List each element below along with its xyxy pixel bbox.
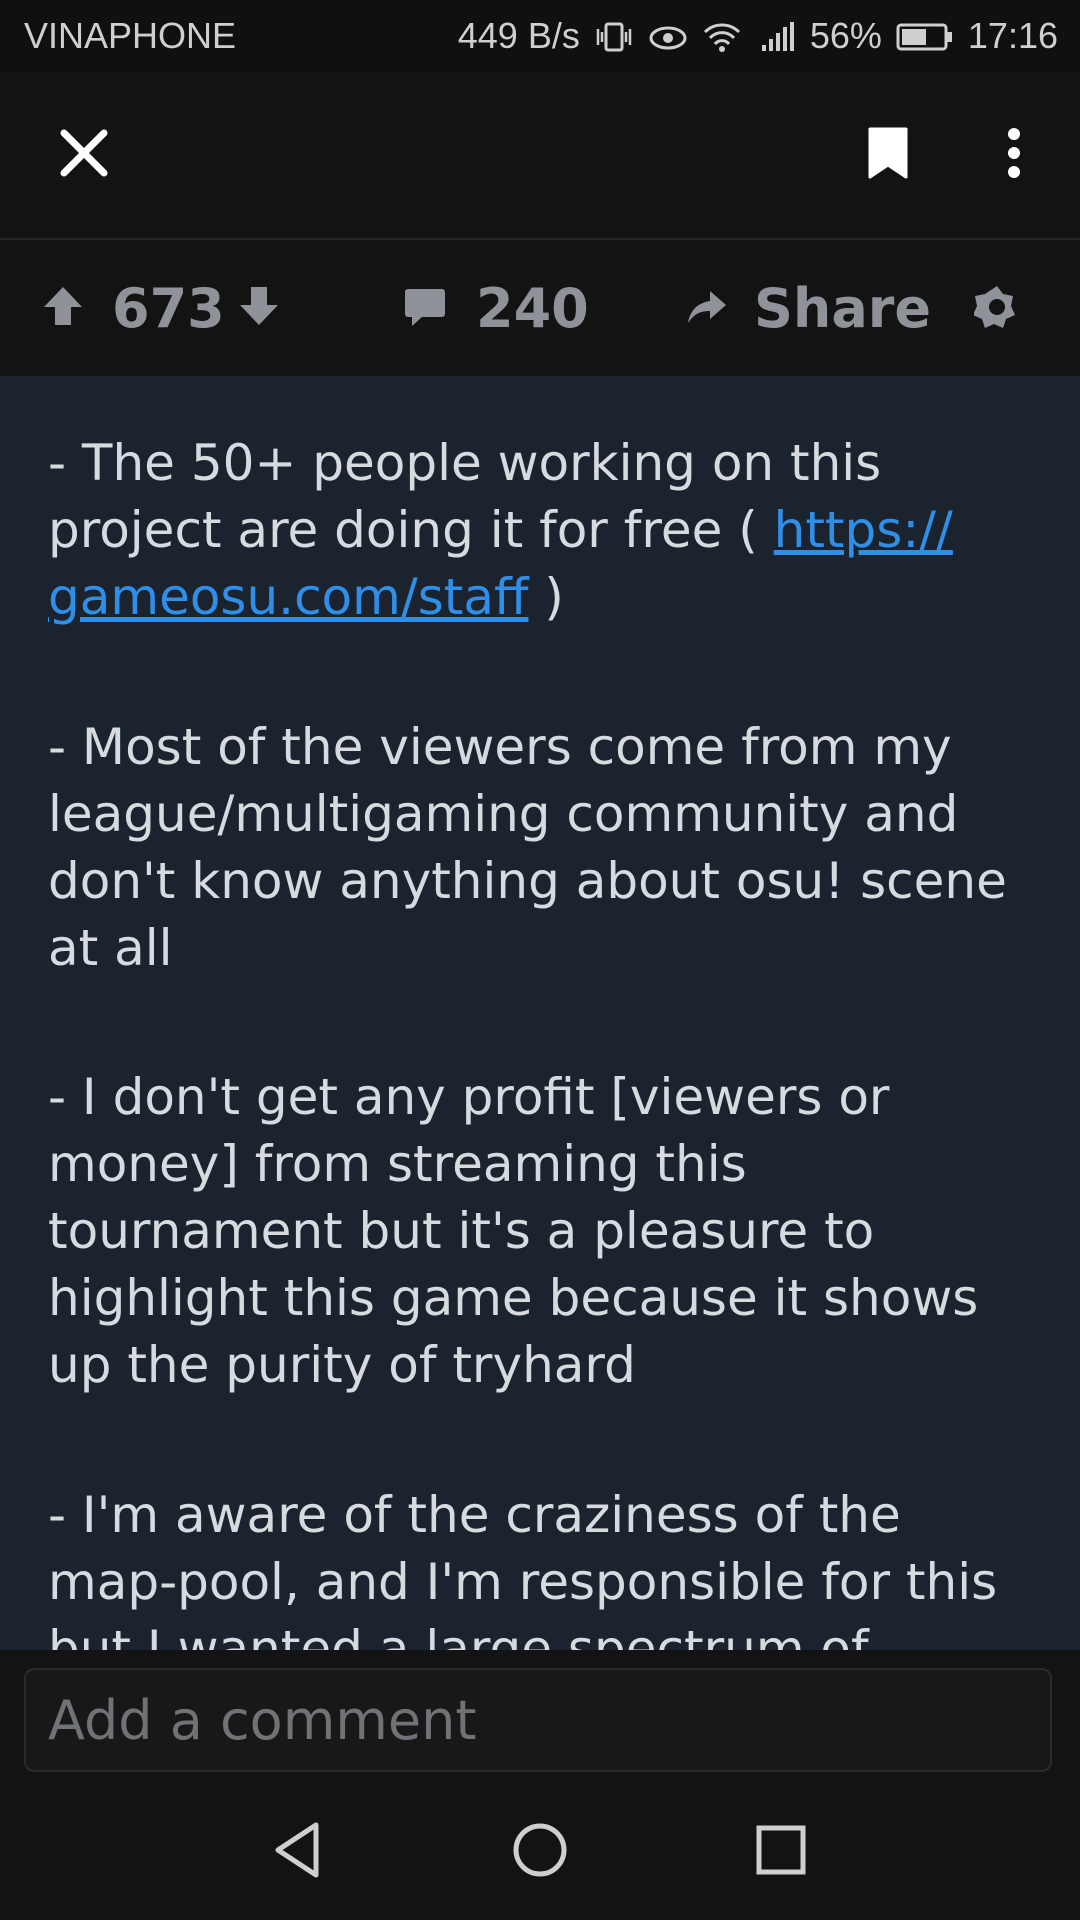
status-bar: VINAPHONE 449 B/s 56% 17:16 bbox=[0, 0, 1080, 72]
close-button[interactable] bbox=[44, 115, 124, 195]
share-arrow-icon bbox=[684, 283, 730, 333]
eye-icon bbox=[648, 20, 688, 52]
paragraph-viewers: - Most of the viewers come from my leagu… bbox=[48, 718, 1007, 977]
paragraph-text: - The 50+ people working on this project… bbox=[48, 434, 882, 559]
score-count: 673 bbox=[112, 240, 225, 376]
clock: 17:16 bbox=[967, 15, 1058, 56]
comment-input[interactable] bbox=[26, 1670, 1050, 1770]
bookmark-button[interactable] bbox=[848, 115, 928, 195]
score-value: 673 bbox=[112, 276, 225, 340]
downvote-icon bbox=[236, 283, 282, 333]
paragraph-profit: - I don't get any profit [viewers or mon… bbox=[48, 1068, 979, 1394]
bookmark-icon bbox=[860, 125, 916, 185]
staff-link-part2: gameosu.com/staff bbox=[48, 568, 529, 626]
back-triangle-icon bbox=[264, 1822, 334, 1889]
home-button[interactable] bbox=[505, 1815, 575, 1885]
recents-button[interactable] bbox=[746, 1815, 816, 1885]
comment-box bbox=[24, 1668, 1052, 1772]
system-nav-bar bbox=[0, 1780, 1080, 1920]
comment-count: 240 bbox=[476, 276, 589, 340]
staff-link-part1: https:// bbox=[773, 501, 953, 559]
wifi-icon bbox=[702, 20, 742, 52]
close-icon bbox=[56, 125, 112, 185]
share-label: Share bbox=[754, 276, 932, 340]
comments-button[interactable]: 240 bbox=[402, 240, 589, 376]
comment-bar bbox=[0, 1650, 1080, 1780]
more-options-button[interactable] bbox=[974, 115, 1054, 195]
award-icon bbox=[973, 283, 1020, 333]
top-toolbar bbox=[0, 72, 1080, 240]
downvote-button[interactable] bbox=[236, 240, 282, 376]
vibrate-icon bbox=[594, 20, 634, 52]
carrier-name: VINAPHONE bbox=[24, 15, 237, 56]
post-actions-bar: 673 240 Share bbox=[0, 240, 1080, 376]
recents-square-icon bbox=[746, 1825, 816, 1889]
paragraph-mappool: - I'm aware of the craziness of the map-… bbox=[48, 1486, 998, 1650]
home-circle-icon bbox=[505, 1823, 575, 1889]
upvote-button[interactable] bbox=[40, 240, 86, 376]
comment-bubble-icon bbox=[402, 283, 448, 333]
award-button[interactable] bbox=[973, 240, 1020, 376]
back-button[interactable] bbox=[264, 1815, 334, 1885]
battery-icon bbox=[896, 20, 954, 52]
post-body: - The 50+ people working on this project… bbox=[0, 376, 1080, 1650]
paragraph-staff: - The 50+ people working on this project… bbox=[48, 430, 1038, 631]
net-speed: 449 B/s bbox=[457, 15, 580, 56]
signal-icon bbox=[756, 20, 796, 52]
more-vertical-icon bbox=[986, 125, 1042, 185]
paragraph-tail: ) bbox=[528, 568, 564, 626]
upvote-icon bbox=[40, 283, 86, 333]
share-button[interactable]: Share bbox=[684, 240, 931, 376]
battery-percent: 56% bbox=[809, 15, 882, 56]
status-right: 449 B/s 56% 17:16 bbox=[458, 15, 1058, 57]
